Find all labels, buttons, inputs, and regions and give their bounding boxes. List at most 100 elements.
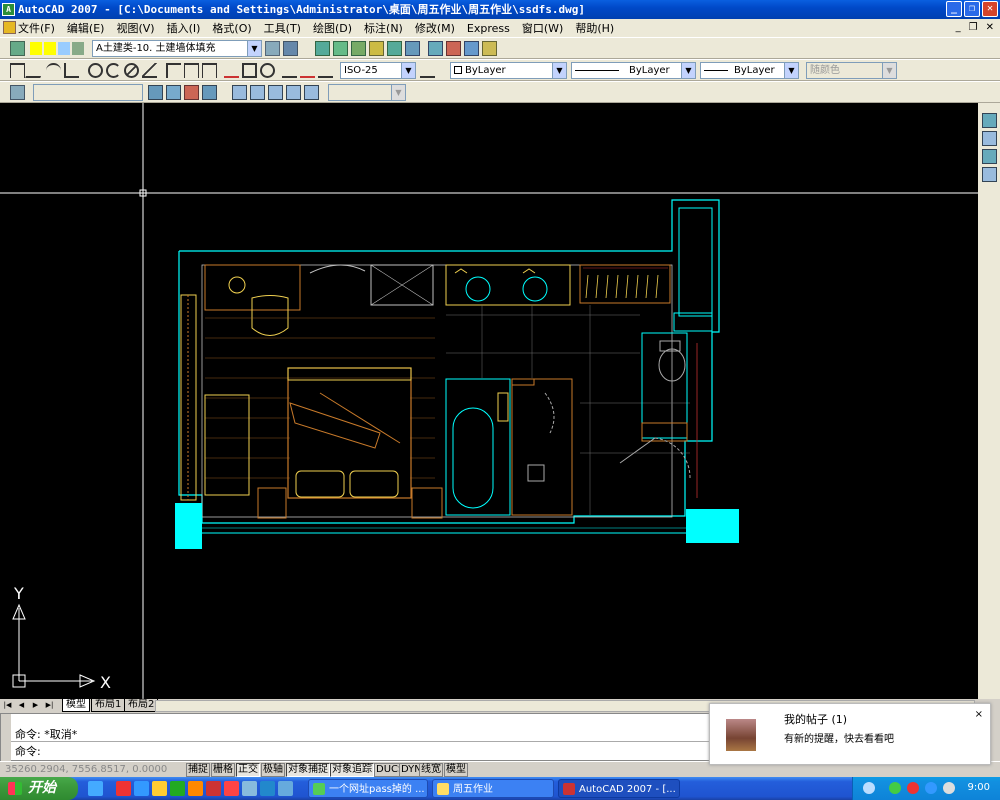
dimension-style-icon[interactable] bbox=[420, 63, 435, 78]
express-layer-icon[interactable] bbox=[333, 41, 348, 56]
network-icon[interactable] bbox=[889, 782, 901, 794]
express-layer-icon[interactable] bbox=[315, 41, 330, 56]
named-view-input[interactable] bbox=[33, 84, 143, 101]
insert-block-icon[interactable] bbox=[166, 85, 181, 100]
express-layer-icon[interactable] bbox=[387, 41, 402, 56]
tab-layout2[interactable]: 布局2 bbox=[124, 699, 159, 712]
notification-popup[interactable]: 我的帖子 (1) 有新的提醒，快去看看吧 × bbox=[709, 703, 991, 765]
express-layer-icon[interactable] bbox=[369, 41, 384, 56]
block-editor-icon[interactable] bbox=[148, 85, 163, 100]
doc-restore-button[interactable]: ❐ bbox=[969, 22, 978, 33]
quicklaunch-icon[interactable] bbox=[206, 781, 221, 796]
tab-model[interactable]: 模型 bbox=[62, 699, 90, 712]
last-tab-icon[interactable]: ▶| bbox=[44, 700, 55, 711]
osnap-toggle[interactable]: 对象捕捉 bbox=[286, 763, 330, 777]
layer-dropdown[interactable]: A土建类-10. 土建墙体填充 ▼ bbox=[92, 40, 262, 57]
linear-dimension-icon[interactable] bbox=[10, 63, 25, 78]
coordinate-readout[interactable]: 35260.2904, 7556.8517, 0.0000 bbox=[5, 764, 167, 775]
arc-length-icon[interactable] bbox=[46, 63, 61, 78]
aligned-dimension-icon[interactable] bbox=[25, 63, 46, 78]
viewport-icon[interactable] bbox=[250, 85, 265, 100]
taskbar-item-autocad[interactable]: AutoCAD 2007 - [... bbox=[558, 779, 680, 798]
polar-toggle[interactable]: 极轴 bbox=[261, 763, 285, 777]
jogged-dimension-icon[interactable] bbox=[106, 63, 121, 78]
command-window-handle[interactable] bbox=[1, 714, 11, 762]
layer-manager-icon[interactable] bbox=[10, 41, 25, 56]
attribute-icon[interactable] bbox=[202, 85, 217, 100]
snap-toggle[interactable]: 捕捉 bbox=[186, 763, 210, 777]
make-current-layer-icon[interactable] bbox=[265, 41, 280, 56]
drawing-canvas[interactable]: Y X bbox=[0, 103, 978, 699]
linetype-dropdown[interactable]: ByLayer ▼ bbox=[571, 62, 696, 79]
notification-text[interactable]: 有新的提醒，快去看看吧 bbox=[784, 730, 894, 745]
viewport-icon[interactable] bbox=[304, 85, 319, 100]
express-layer-icon[interactable] bbox=[482, 41, 497, 56]
dimension-text-edit-icon[interactable] bbox=[300, 63, 315, 78]
first-tab-icon[interactable]: |◀ bbox=[2, 700, 13, 711]
express-layer-icon[interactable] bbox=[446, 41, 461, 56]
baseline-dimension-icon[interactable] bbox=[184, 63, 199, 78]
draw-order-icon[interactable] bbox=[982, 149, 997, 164]
angular-dimension-icon[interactable] bbox=[142, 63, 157, 78]
security-icon[interactable] bbox=[907, 782, 919, 794]
quick-leader-icon[interactable] bbox=[224, 63, 239, 78]
quick-dimension-icon[interactable] bbox=[166, 63, 181, 78]
command-prompt[interactable]: 命令: bbox=[15, 743, 41, 759]
lineweight-toggle[interactable]: 线宽 bbox=[419, 763, 443, 777]
ucs-icon[interactable] bbox=[10, 85, 25, 100]
layer-state-icons[interactable] bbox=[30, 42, 90, 55]
document-icon[interactable] bbox=[3, 21, 16, 34]
lineweight-dropdown[interactable]: ByLayer ▼ bbox=[700, 62, 799, 79]
menu-insert[interactable]: 插入(I) bbox=[167, 20, 201, 36]
quicklaunch-icon[interactable] bbox=[170, 781, 185, 796]
express-layer-icon[interactable] bbox=[428, 41, 443, 56]
xref-icon[interactable] bbox=[184, 85, 199, 100]
keyboard-icon[interactable] bbox=[863, 782, 875, 794]
menu-edit[interactable]: 编辑(E) bbox=[67, 20, 105, 36]
dimension-update-icon[interactable] bbox=[318, 63, 333, 78]
layer-previous-icon[interactable] bbox=[283, 41, 298, 56]
menu-help[interactable]: 帮助(H) bbox=[575, 20, 614, 36]
otrack-toggle[interactable]: 对象追踪 bbox=[330, 763, 374, 777]
volume-icon[interactable] bbox=[943, 782, 955, 794]
next-tab-icon[interactable]: ▶ bbox=[30, 700, 41, 711]
tab-layout1[interactable]: 布局1 bbox=[91, 699, 126, 712]
diameter-dimension-icon[interactable] bbox=[124, 63, 139, 78]
doc-minimize-button[interactable]: _ bbox=[956, 22, 961, 33]
viewport-icon[interactable] bbox=[232, 85, 247, 100]
quicklaunch-icon[interactable] bbox=[224, 781, 239, 796]
grid-toggle[interactable]: 栅格 bbox=[211, 763, 235, 777]
menu-view[interactable]: 视图(V) bbox=[116, 20, 154, 36]
close-icon[interactable]: × bbox=[975, 709, 983, 720]
menu-dimension[interactable]: 标注(N) bbox=[364, 20, 403, 36]
quicklaunch-icon[interactable] bbox=[116, 781, 131, 796]
model-toggle[interactable]: 模型 bbox=[444, 763, 468, 777]
tolerance-icon[interactable] bbox=[242, 63, 257, 78]
viewport-icon[interactable] bbox=[268, 85, 283, 100]
menu-file[interactable]: 文件(F) bbox=[18, 20, 55, 36]
dimension-style-dropdown[interactable]: ISO-25 ▼ bbox=[340, 62, 416, 79]
quicklaunch-icon[interactable] bbox=[260, 781, 275, 796]
close-button[interactable]: ✕ bbox=[982, 1, 998, 17]
draw-order-icon[interactable] bbox=[982, 113, 997, 128]
system-clock[interactable]: 9:00 bbox=[968, 782, 990, 793]
continue-dimension-icon[interactable] bbox=[202, 63, 217, 78]
express-layer-icon[interactable] bbox=[405, 41, 420, 56]
taskbar-item-browser[interactable]: 一个网址pass掉的 ... bbox=[308, 779, 428, 798]
menu-draw[interactable]: 绘图(D) bbox=[313, 20, 352, 36]
messenger-icon[interactable] bbox=[925, 782, 937, 794]
restore-button[interactable]: ❐ bbox=[964, 1, 980, 17]
draw-order-icon[interactable] bbox=[982, 131, 997, 146]
menu-tools[interactable]: 工具(T) bbox=[264, 20, 301, 36]
quicklaunch-icon[interactable] bbox=[152, 781, 167, 796]
radius-dimension-icon[interactable] bbox=[88, 63, 103, 78]
ortho-toggle[interactable]: 正交 bbox=[236, 763, 260, 777]
prev-tab-icon[interactable]: ◀ bbox=[16, 700, 27, 711]
menu-window[interactable]: 窗口(W) bbox=[522, 20, 563, 36]
express-layer-icon[interactable] bbox=[464, 41, 479, 56]
quicklaunch-icon[interactable] bbox=[88, 781, 103, 796]
quicklaunch-icon[interactable] bbox=[242, 781, 257, 796]
color-dropdown[interactable]: ByLayer ▼ bbox=[450, 62, 567, 79]
menu-format[interactable]: 格式(O) bbox=[212, 20, 251, 36]
doc-close-button[interactable]: ✕ bbox=[986, 22, 994, 33]
